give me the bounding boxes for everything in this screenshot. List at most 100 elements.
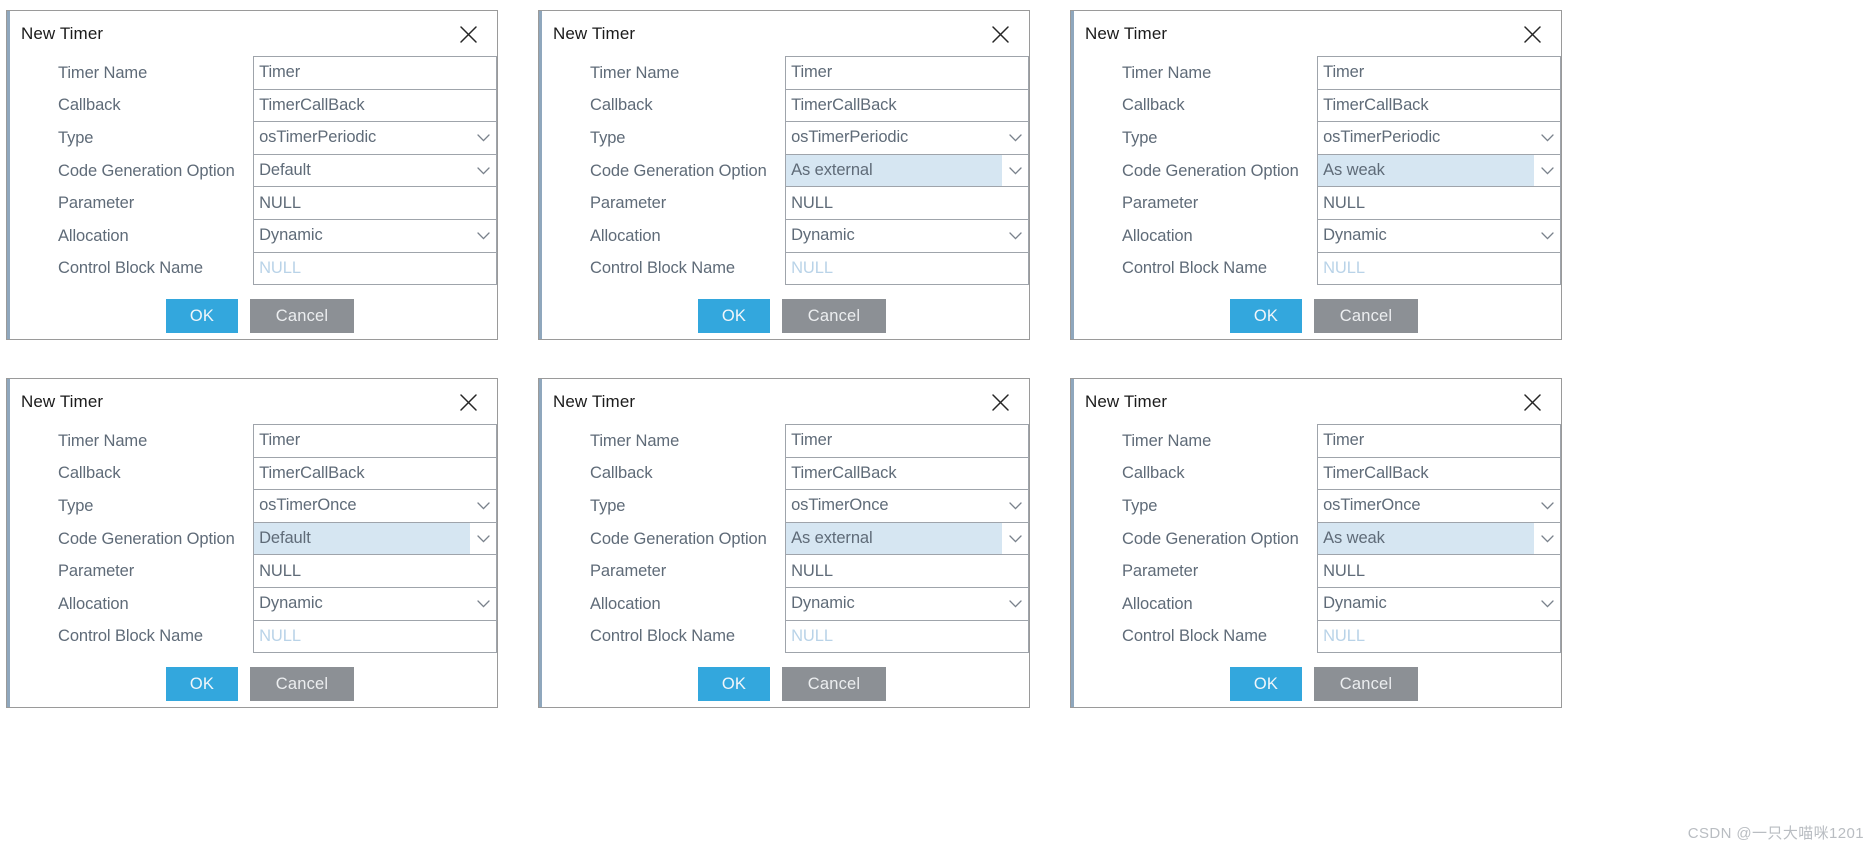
chevron-down-icon[interactable] — [1534, 154, 1560, 187]
chevron-down-icon[interactable] — [1534, 490, 1560, 522]
select-code-generation-option[interactable]: As weak — [1317, 153, 1561, 188]
select-code-generation-option[interactable]: As external — [785, 153, 1029, 188]
chevron-down-icon[interactable] — [1534, 122, 1560, 154]
chevron-down-icon[interactable] — [1534, 588, 1560, 620]
value-timer-name: Timer — [259, 431, 301, 450]
select-allocation[interactable]: Dynamic — [1317, 586, 1561, 621]
value-allocation: Dynamic — [259, 594, 323, 613]
input-timer-name[interactable]: Timer — [785, 424, 1029, 458]
value-control-block-name: NULL — [259, 258, 301, 277]
chevron-down-icon[interactable] — [1002, 220, 1028, 252]
select-type[interactable]: osTimerOnce — [1317, 489, 1561, 523]
input-parameter[interactable]: NULL — [253, 186, 497, 220]
value-type: osTimerPeriodic — [259, 128, 377, 147]
chevron-down-icon[interactable] — [1002, 154, 1028, 187]
input-timer-name[interactable]: Timer — [253, 424, 497, 458]
chevron-down-icon[interactable] — [470, 122, 496, 154]
timer-form: Timer Name Timer Callback TimerCallBack Type… — [539, 424, 1029, 654]
input-parameter[interactable]: NULL — [785, 554, 1029, 588]
input-timer-name[interactable]: Timer — [253, 56, 497, 90]
label-callback: Callback — [1122, 96, 1185, 115]
close-icon[interactable] — [987, 21, 1013, 47]
form-row-control-block-name: Control Block Name NULL — [539, 251, 1029, 286]
ok-button[interactable]: OK — [698, 667, 770, 702]
close-icon[interactable] — [455, 21, 481, 47]
input-callback[interactable]: TimerCallBack — [1317, 88, 1561, 123]
input-timer-name[interactable]: Timer — [1317, 424, 1561, 458]
select-allocation[interactable]: Dynamic — [1317, 218, 1561, 253]
select-code-generation-option[interactable]: Default — [253, 521, 497, 556]
input-callback[interactable]: TimerCallBack — [785, 88, 1029, 123]
dialog-button-bar: OK Cancel — [7, 299, 497, 334]
form-row-code-generation-option: Code Generation Option As weak — [1071, 521, 1561, 556]
chevron-down-icon[interactable] — [1534, 522, 1560, 555]
form-row-callback: Callback TimerCallBack — [539, 456, 1029, 491]
chevron-down-icon[interactable] — [470, 588, 496, 620]
input-control-block-name[interactable]: NULL — [253, 251, 497, 286]
form-row-type: Type osTimerPeriodic — [1071, 121, 1561, 155]
input-parameter[interactable]: NULL — [1317, 554, 1561, 588]
ok-button[interactable]: OK — [166, 667, 238, 702]
chevron-down-icon[interactable] — [1002, 522, 1028, 555]
input-parameter[interactable]: NULL — [1317, 186, 1561, 220]
value-callback: TimerCallBack — [791, 95, 897, 114]
form-row-code-generation-option: Code Generation Option Default — [7, 153, 497, 188]
input-parameter[interactable]: NULL — [785, 186, 1029, 220]
input-parameter[interactable]: NULL — [253, 554, 497, 588]
chevron-down-icon[interactable] — [470, 522, 496, 555]
select-type[interactable]: osTimerPeriodic — [785, 121, 1029, 155]
select-allocation[interactable]: Dynamic — [253, 218, 497, 253]
select-type[interactable]: osTimerOnce — [253, 489, 497, 523]
select-allocation[interactable]: Dynamic — [253, 586, 497, 621]
label-type: Type — [58, 496, 94, 515]
cancel-button[interactable]: Cancel — [1314, 299, 1418, 334]
input-callback[interactable]: TimerCallBack — [785, 456, 1029, 491]
label-timer-name: Timer Name — [1122, 63, 1212, 82]
cancel-button[interactable]: Cancel — [250, 667, 354, 702]
input-callback[interactable]: TimerCallBack — [253, 88, 497, 123]
close-icon[interactable] — [1519, 389, 1545, 415]
chevron-down-icon[interactable] — [470, 220, 496, 252]
cancel-button[interactable]: Cancel — [250, 299, 354, 334]
label-control-block-name: Control Block Name — [590, 259, 735, 278]
chevron-down-icon[interactable] — [1002, 490, 1028, 522]
cancel-button[interactable]: Cancel — [782, 667, 886, 702]
input-control-block-name[interactable]: NULL — [1317, 251, 1561, 286]
select-type[interactable]: osTimerOnce — [785, 489, 1029, 523]
select-type[interactable]: osTimerPeriodic — [253, 121, 497, 155]
input-timer-name[interactable]: Timer — [785, 56, 1029, 90]
select-allocation[interactable]: Dynamic — [785, 586, 1029, 621]
select-type[interactable]: osTimerPeriodic — [1317, 121, 1561, 155]
input-timer-name[interactable]: Timer — [1317, 56, 1561, 90]
label-type: Type — [1122, 496, 1158, 515]
input-control-block-name[interactable]: NULL — [785, 251, 1029, 286]
input-callback[interactable]: TimerCallBack — [253, 456, 497, 491]
form-row-callback: Callback TimerCallBack — [7, 456, 497, 491]
select-code-generation-option[interactable]: As external — [785, 521, 1029, 556]
ok-button[interactable]: OK — [1230, 299, 1302, 334]
chevron-down-icon[interactable] — [1534, 220, 1560, 252]
chevron-down-icon[interactable] — [470, 490, 496, 522]
chevron-down-icon[interactable] — [1002, 122, 1028, 154]
cancel-button[interactable]: Cancel — [1314, 667, 1418, 702]
cancel-button[interactable]: Cancel — [782, 299, 886, 334]
ok-button[interactable]: OK — [166, 299, 238, 334]
input-control-block-name[interactable]: NULL — [1317, 619, 1561, 654]
label-timer-name: Timer Name — [590, 431, 680, 450]
input-control-block-name[interactable]: NULL — [785, 619, 1029, 654]
input-control-block-name[interactable]: NULL — [253, 619, 497, 654]
value-timer-name: Timer — [1323, 63, 1365, 82]
ok-button[interactable]: OK — [1230, 667, 1302, 702]
value-code-generation-option: Default — [259, 161, 311, 180]
close-icon[interactable] — [1519, 21, 1545, 47]
select-allocation[interactable]: Dynamic — [785, 218, 1029, 253]
ok-button[interactable]: OK — [698, 299, 770, 334]
chevron-down-icon[interactable] — [1002, 588, 1028, 620]
select-code-generation-option[interactable]: Default — [253, 153, 497, 188]
chevron-down-icon[interactable] — [470, 155, 496, 187]
close-icon[interactable] — [455, 389, 481, 415]
form-row-callback: Callback TimerCallBack — [7, 88, 497, 123]
close-icon[interactable] — [987, 389, 1013, 415]
input-callback[interactable]: TimerCallBack — [1317, 456, 1561, 491]
select-code-generation-option[interactable]: As weak — [1317, 521, 1561, 556]
